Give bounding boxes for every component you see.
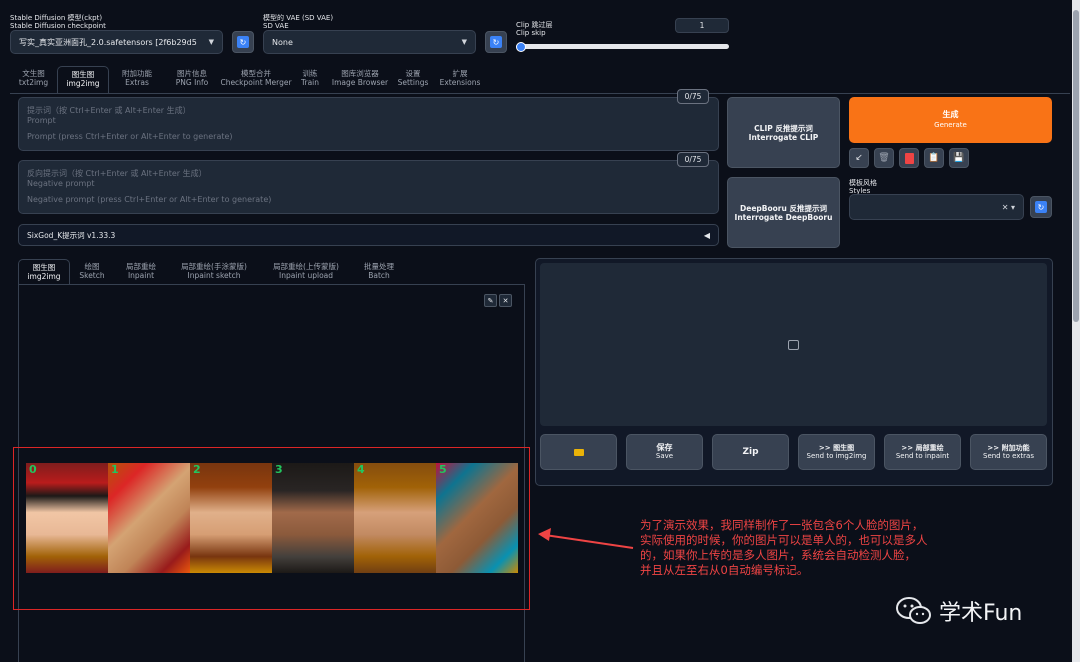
red-card-icon[interactable] [899, 148, 919, 168]
image-placeholder-icon [788, 339, 799, 350]
main-tabs: 文生图 txt2img 图生图 img2img 附加功能 Extras 图片信息 PNG… [10, 66, 487, 94]
clip-skip-slider[interactable] [516, 44, 729, 49]
send-to-inpaint-button[interactable]: >> 局部重绘 Send to inpaint [884, 434, 961, 470]
tab-sketch[interactable]: 绘图 Sketch [70, 259, 114, 285]
wechat-icon [896, 597, 931, 624]
close-icon[interactable]: ✕ [499, 294, 512, 307]
negative-prompt-textarea[interactable]: 反向提示词（按 Ctrl+Enter 或 Alt+Enter 生成） Negat… [18, 160, 719, 214]
watermark: 学术Fun [895, 595, 1022, 627]
tab-txt2img[interactable]: 文生图 txt2img [10, 66, 57, 94]
refresh-icon: ↻ [490, 36, 502, 48]
tab-img2img[interactable]: 图生图 img2img [57, 66, 109, 94]
edit-icon[interactable]: ✎ [484, 294, 497, 307]
send-to-img2img-button[interactable]: >> 图生图 Send to img2img [798, 434, 875, 470]
page-scrollbar-thumb[interactable] [1073, 10, 1079, 322]
checkpoint-select[interactable]: 写实_真实亚洲面孔_2.0.safetensors [2f6b29d5 ▼ [10, 30, 223, 54]
prompt-token-counter: 0/75 [677, 89, 709, 104]
arrow-icon[interactable]: ↙ [849, 148, 869, 168]
tab-extensions[interactable]: 扩展 Extensions [433, 66, 487, 94]
highlight-box [13, 447, 530, 610]
checkpoint-label: Stable Diffusion 模型(ckpt) Stable Diffusio… [10, 14, 106, 30]
negative-token-counter: 0/75 [677, 152, 709, 167]
refresh-vae-button[interactable]: ↻ [485, 31, 507, 53]
clipboard-icon[interactable]: 📋 [924, 148, 944, 168]
tab-checkpoint-merger[interactable]: 模型合并 Checkpoint Merger [219, 66, 293, 94]
annotation-text: 为了演示效果，我同样制作了一张包含6个人脸的图片， 实际使用的时候，你的图片可以… [640, 518, 928, 577]
tab-png-info[interactable]: 图片信息 PNG Info [165, 66, 219, 94]
tab-extras[interactable]: 附加功能 Extras [109, 66, 165, 94]
refresh-checkpoint-button[interactable]: ↻ [232, 31, 254, 53]
styles-select[interactable]: ✕ ▾ [849, 194, 1024, 220]
tab-train[interactable]: 训练 Train [293, 66, 327, 94]
vae-label: 模型的 VAE (SD VAE) SD VAE [263, 14, 334, 30]
styles-label: 模板风格 Styles [849, 179, 877, 195]
refresh-icon: ↻ [1035, 201, 1047, 213]
tab-settings[interactable]: 设置 Settings [393, 66, 433, 94]
output-actions: 保存 Save Zip >> 图生图 Send to img2img >> 局部重绘… [540, 434, 1047, 470]
annotation-arrow [538, 528, 634, 549]
tab-batch[interactable]: 批量处理 Batch [352, 259, 406, 285]
clip-skip-label: Clip 跳过层 Clip skip [516, 21, 553, 37]
refresh-icon: ↻ [237, 36, 249, 48]
tab-image-browser[interactable]: 图库浏览器 Image Browser [327, 66, 393, 94]
prompt-textarea[interactable]: 提示词（按 Ctrl+Enter 或 Alt+Enter 生成） Prompt … [18, 97, 719, 151]
sixgod-accordion[interactable]: SixGod_K提示词 v1.33.3 ◀ [18, 224, 719, 246]
vae-select[interactable]: None ▼ [263, 30, 476, 54]
generate-button[interactable]: 生成 Generate [849, 97, 1052, 143]
interrogate-deepbooru-button[interactable]: DeepBooru 反推提示词 Interrogate DeepBooru [727, 177, 840, 248]
style-tools: ↙ 🗑 📋 💾 [849, 148, 969, 168]
output-gallery [540, 263, 1047, 426]
tab-inpaint-upload[interactable]: 局部重绘(上传蒙版) Inpaint upload [260, 259, 352, 285]
tab-inpaint-sketch[interactable]: 局部重绘(手涂蒙版) Inpaint sketch [168, 259, 260, 285]
interrogate-clip-button[interactable]: CLIP 反推提示词 Interrogate CLIP [727, 97, 840, 168]
trash-icon[interactable]: 🗑 [874, 148, 894, 168]
clear-icon[interactable]: ✕ ▾ [1002, 203, 1015, 212]
save-button[interactable]: 保存 Save [626, 434, 703, 470]
refresh-styles-button[interactable]: ↻ [1030, 196, 1052, 218]
img2img-mode-tabs: 图生图 img2img 绘图 Sketch 局部重绘 Inpaint 局部重绘(手涂蒙… [18, 259, 406, 285]
tab-inpaint[interactable]: 局部重绘 Inpaint [114, 259, 168, 285]
clip-skip-number[interactable]: 1 [675, 18, 729, 33]
tab-img2img-mode[interactable]: 图生图 img2img [18, 259, 70, 285]
clip-skip-slider-handle[interactable] [516, 41, 526, 52]
chevron-down-icon: ▼ [461, 38, 467, 46]
send-to-extras-button[interactable]: >> 附加功能 Send to extras [970, 434, 1047, 470]
tabs-divider [10, 93, 1070, 94]
folder-icon [573, 448, 584, 456]
open-folder-button[interactable] [540, 434, 617, 470]
zip-button[interactable]: Zip [712, 434, 789, 470]
chevron-down-icon: ▼ [208, 38, 214, 46]
watermark-text: 学术Fun [939, 601, 1023, 626]
collapse-arrow-icon: ◀ [703, 230, 710, 240]
save-style-icon[interactable]: 💾 [949, 148, 969, 168]
